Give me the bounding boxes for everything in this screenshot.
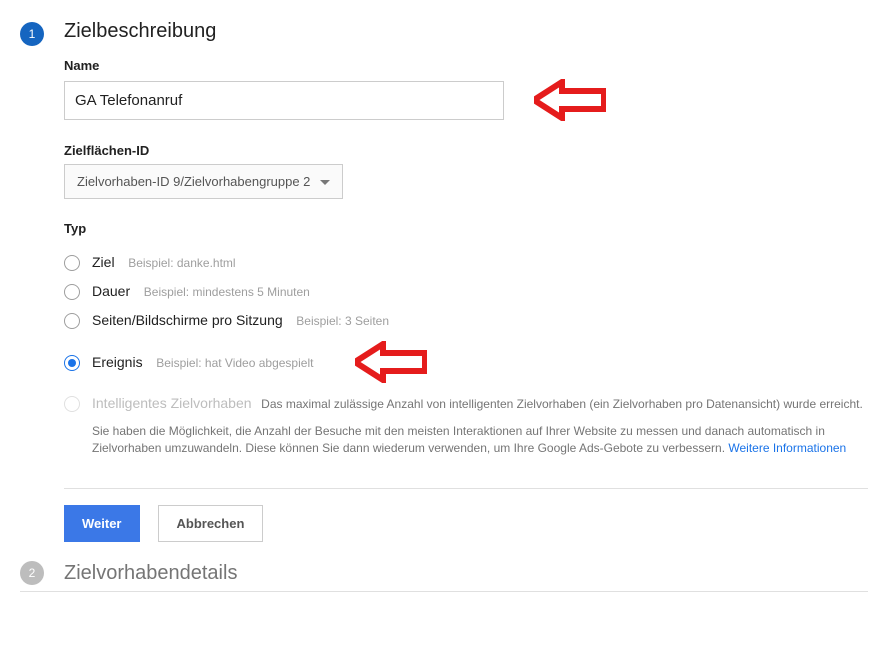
step-1-number: 1 [20, 22, 44, 46]
type-radio-group: Ziel Beispiel: danke.html Dauer Beispiel… [64, 242, 868, 458]
radio-example-destination: Beispiel: danke.html [128, 256, 235, 270]
name-label: Name [64, 58, 868, 73]
step-2-number: 2 [20, 561, 44, 585]
button-row: Weiter Abbrechen [64, 505, 868, 542]
radio-duration[interactable] [64, 284, 80, 300]
radio-smart [64, 396, 80, 412]
radio-label-destination: Ziel [92, 254, 115, 270]
radio-label-event: Ereignis [92, 354, 143, 370]
radio-row-pages[interactable]: Seiten/Bildschirme pro Sitzung Beispiel:… [64, 306, 868, 335]
smart-note-link[interactable]: Weitere Informationen [728, 441, 846, 455]
goal-id-label: Zielflächen-ID [64, 143, 868, 158]
arrow-icon [534, 79, 606, 121]
radio-destination[interactable] [64, 255, 80, 271]
goal-id-select[interactable]: Zielvorhaben-ID 9/Zielvorhabengruppe 2 [64, 164, 343, 199]
step-2: 2 Zielvorhabendetails [20, 562, 868, 592]
radio-row-duration[interactable]: Dauer Beispiel: mindestens 5 Minuten [64, 277, 868, 306]
radio-row-event[interactable]: Ereignis Beispiel: hat Video abgespielt [64, 335, 868, 389]
name-input[interactable] [64, 81, 504, 120]
radio-event[interactable] [64, 355, 80, 371]
smart-note-block: Sie haben die Möglichkeit, die Anzahl de… [64, 423, 868, 458]
radio-row-destination[interactable]: Ziel Beispiel: danke.html [64, 248, 868, 277]
arrow-icon [355, 341, 427, 383]
radio-pages[interactable] [64, 313, 80, 329]
step-1: 1 Zielbeschreibung Name Zielflächen-ID Z… [20, 20, 868, 562]
radio-example-duration: Beispiel: mindestens 5 Minuten [144, 285, 310, 299]
radio-label-pages: Seiten/Bildschirme pro Sitzung [92, 312, 283, 328]
radio-desc-smart: Das maximal zulässige Anzahl von intelli… [261, 397, 863, 411]
name-row [64, 79, 868, 121]
caret-down-icon [320, 174, 330, 189]
step-2-title: Zielvorhabendetails [64, 562, 237, 585]
step-1-title: Zielbeschreibung [64, 20, 868, 43]
goal-id-value: Zielvorhaben-ID 9/Zielvorhabengruppe 2 [77, 174, 310, 189]
radio-example-pages: Beispiel: 3 Seiten [296, 314, 389, 328]
smart-note-text: Sie haben die Möglichkeit, die Anzahl de… [92, 424, 825, 455]
divider [64, 488, 868, 489]
radio-label-duration: Dauer [92, 283, 130, 299]
cancel-button[interactable]: Abbrechen [158, 505, 264, 542]
continue-button[interactable]: Weiter [64, 505, 140, 542]
radio-example-event: Beispiel: hat Video abgespielt [156, 356, 313, 370]
radio-label-smart: Intelligentes Zielvorhaben [92, 395, 252, 411]
radio-row-smart: Intelligentes Zielvorhaben Das maximal z… [64, 389, 868, 419]
type-label: Typ [64, 221, 868, 236]
